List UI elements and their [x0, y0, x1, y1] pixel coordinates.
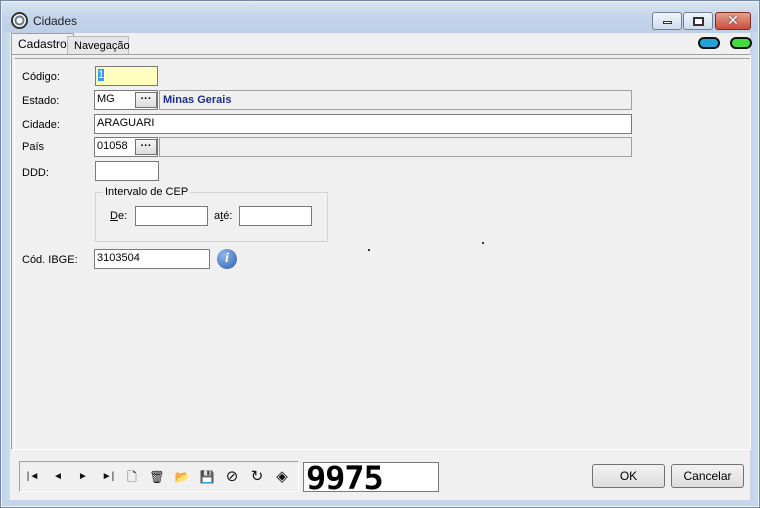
pais-lookup-button[interactable]: ··· — [135, 139, 157, 155]
ibge-input[interactable]: 3103504 — [94, 249, 210, 269]
cep-de-accelerator: D — [110, 210, 118, 222]
stray-dot — [368, 249, 370, 251]
window-title: Cidades — [33, 14, 78, 28]
refresh-icon[interactable]: ↻ — [247, 467, 267, 487]
estado-lookup-button[interactable]: ··· — [135, 92, 157, 108]
estado-description: Minas Gerais — [163, 94, 232, 106]
maximize-icon — [693, 17, 704, 26]
new-record-icon[interactable]: 🗋 — [122, 467, 142, 487]
maximize-button[interactable] — [683, 12, 713, 30]
save-icon[interactable]: 💾 — [197, 467, 217, 487]
cidade-input[interactable]: ARAGUARI — [94, 114, 632, 134]
pais-description-field — [159, 137, 632, 157]
cep-ate-label: até: — [214, 210, 232, 222]
minimize-button[interactable] — [652, 12, 682, 30]
cep-de-input[interactable] — [135, 206, 208, 226]
stray-dot — [482, 242, 484, 244]
cancel-button[interactable]: Cancelar — [671, 464, 744, 488]
window-frame-left — [2, 32, 10, 502]
pais-label: País — [22, 141, 45, 153]
codigo-label: Código: — [22, 71, 60, 83]
codigo-value: 1 — [98, 69, 105, 81]
close-icon: ✕ — [727, 12, 739, 28]
gem-icon[interactable]: ◈ — [272, 467, 292, 487]
tab-cadastro[interactable]: Cadastro — [11, 33, 74, 54]
last-record-icon[interactable]: ►| — [98, 467, 118, 487]
codigo-input[interactable]: 1 — [95, 66, 158, 86]
ddd-input[interactable] — [95, 161, 159, 181]
blue-status-toggle[interactable] — [698, 37, 720, 49]
prior-record-icon[interactable]: ◄ — [48, 467, 68, 487]
open-folder-icon[interactable]: 📂 — [172, 467, 192, 487]
cep-ate-input[interactable] — [239, 206, 312, 226]
info-icon[interactable]: i — [217, 249, 237, 269]
next-record-icon[interactable]: ► — [73, 467, 93, 487]
delete-record-icon[interactable]: 🗑 — [147, 467, 167, 487]
app-icon — [11, 12, 28, 29]
cep-ate-label-rest: é: — [223, 210, 233, 222]
cancel-icon[interactable]: ⊘ — [222, 467, 242, 487]
window-frame-bottom — [2, 500, 758, 506]
record-counter: 9975 — [306, 459, 384, 497]
green-status-toggle[interactable] — [730, 37, 752, 49]
cep-group-title: Intervalo de CEP — [103, 186, 191, 198]
window: Cidades ✕ Cadastro Navegação Código: 1 E… — [0, 0, 760, 508]
ddd-label: DDD: — [22, 167, 49, 179]
ibge-label: Cód. IBGE: — [22, 254, 78, 266]
window-frame-right — [750, 32, 758, 502]
estado-label: Estado: — [22, 95, 60, 107]
tab-navegacao[interactable]: Navegação — [67, 36, 130, 54]
first-record-icon[interactable]: |◄ — [23, 467, 43, 487]
close-button[interactable]: ✕ — [715, 12, 751, 30]
title-bar[interactable] — [2, 2, 758, 33]
ok-button[interactable]: OK — [592, 464, 665, 488]
cep-de-label: De: — [110, 210, 127, 222]
cep-de-label-rest: e: — [117, 210, 128, 222]
cidade-label: Cidade: — [22, 119, 60, 131]
minimize-icon — [663, 21, 672, 24]
